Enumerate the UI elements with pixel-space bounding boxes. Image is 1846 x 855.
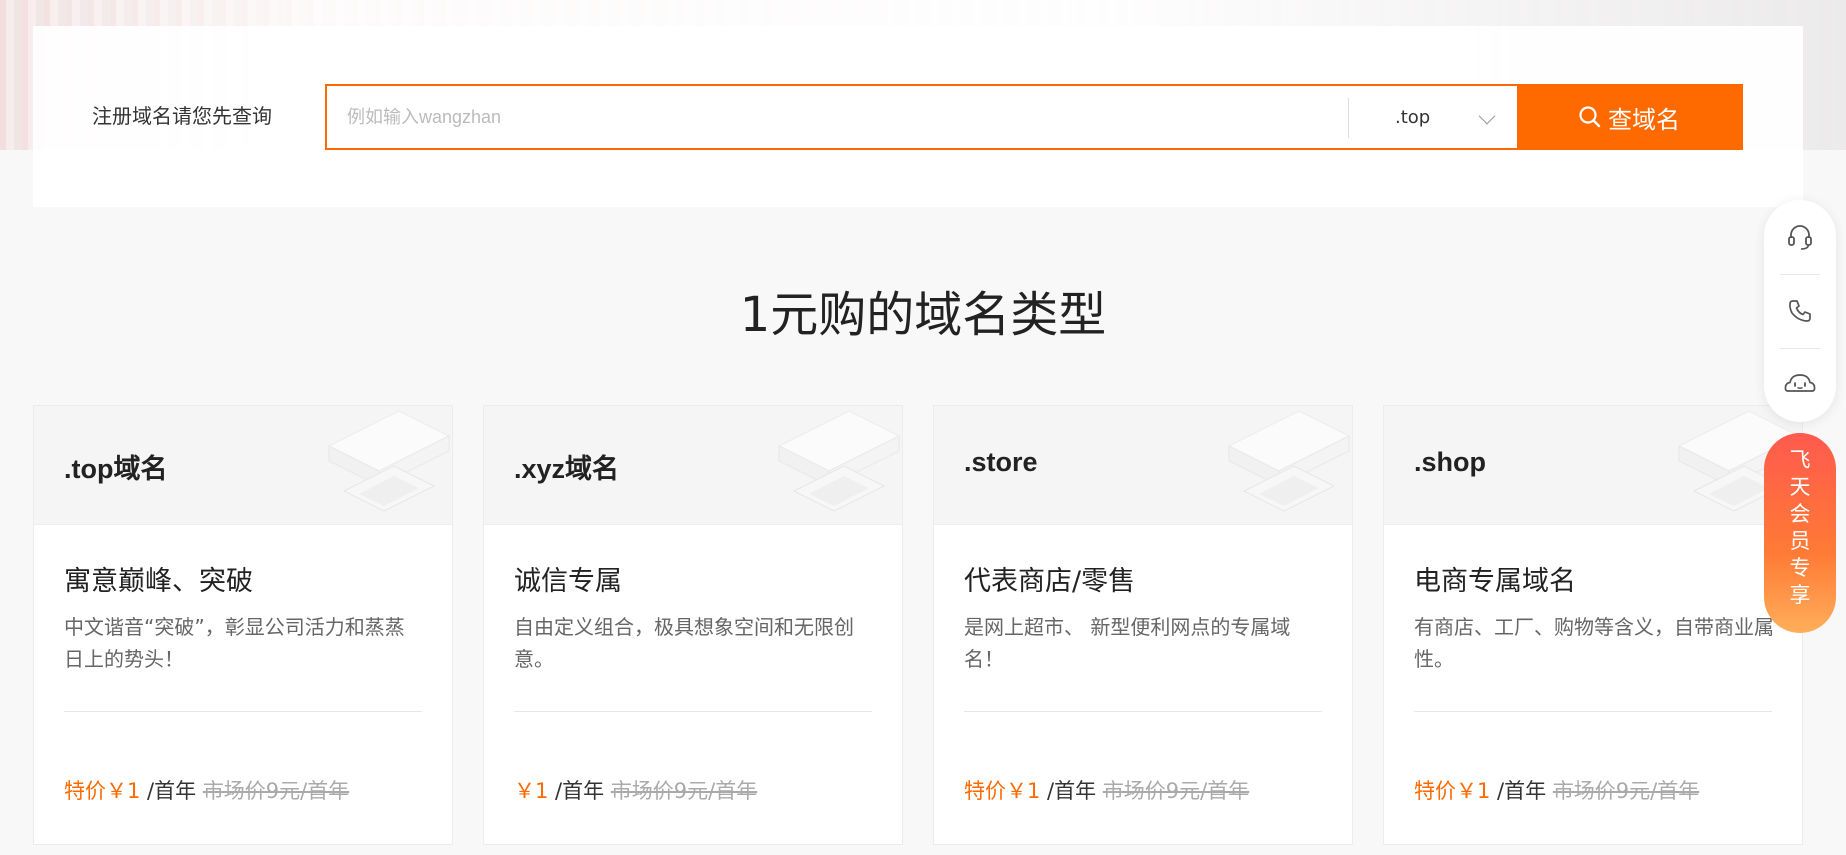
price-unit: /首年 — [548, 779, 611, 803]
server-illustration-icon — [1227, 410, 1351, 512]
card-divider — [64, 711, 422, 712]
price-special: 特价￥1 — [64, 779, 141, 803]
card-price: 特价￥1 /首年 市场价9元/首年 — [964, 776, 1249, 806]
card-header: .top域名 — [34, 406, 452, 525]
price-special: ￥1 — [514, 779, 549, 803]
section-title: 1元购的域名类型 — [739, 287, 1107, 343]
card-divider — [514, 711, 872, 712]
phone-button[interactable] — [1764, 274, 1836, 348]
card-price: 特价￥1 /首年 市场价9元/首年 — [64, 776, 349, 806]
price-special: 特价￥1 — [964, 779, 1041, 803]
card-domain-name: .store — [964, 447, 1038, 477]
card-description: 中文谐音“突破”，彰显公司活力和蒸蒸日上的势头！ — [64, 615, 405, 671]
server-illustration-icon — [327, 410, 451, 512]
price-unit: /首年 — [1490, 779, 1553, 803]
vip-member-tab[interactable]: 飞 天 会 员 专 享 — [1764, 433, 1836, 633]
price-market: 市场价9元/首年 — [1102, 779, 1250, 803]
search-icon — [1579, 106, 1601, 128]
chat-bot-button[interactable] — [1764, 348, 1836, 422]
card-description: 是网上超市、 新型便利网点的专属域名！ — [964, 615, 1291, 671]
domain-card-store[interactable]: .store 代表商店/零售 是网上超市、 新型便利网点的专属域名！ 特价￥1 … — [933, 405, 1353, 845]
card-divider — [964, 711, 1322, 712]
tld-dropdown[interactable]: .top — [1349, 86, 1521, 148]
domain-search-input[interactable] — [327, 86, 1349, 148]
tld-selected-value: .top — [1395, 106, 1431, 128]
vip-label-char: 天 — [1789, 475, 1811, 499]
price-unit: /首年 — [1040, 779, 1103, 803]
card-subtitle: 电商专属域名 — [1414, 566, 1576, 597]
price-special: 特价￥1 — [1414, 779, 1491, 803]
vip-label-char: 专 — [1789, 556, 1811, 580]
search-button-label: 查域名 — [1608, 105, 1680, 134]
chevron-down-icon — [1478, 107, 1496, 125]
search-domain-button[interactable]: 查域名 — [1517, 86, 1741, 148]
vip-label-char: 会 — [1789, 502, 1811, 526]
price-market: 市场价9元/首年 — [1552, 779, 1700, 803]
card-domain-name: .shop — [1414, 447, 1486, 477]
server-illustration-icon — [777, 410, 901, 512]
card-header: .store — [934, 406, 1352, 525]
chat-bot-icon — [1784, 374, 1816, 392]
price-market: 市场价9元/首年 — [202, 779, 350, 803]
vip-label-char: 员 — [1789, 529, 1811, 553]
card-divider — [1414, 711, 1772, 712]
card-description: 有商店、工厂、购物等含义，自带商业属性。 — [1414, 615, 1774, 671]
card-subtitle: 代表商店/零售 — [964, 566, 1136, 597]
search-label: 注册域名请您先查询 — [92, 104, 272, 128]
domain-card-top[interactable]: .top域名 寓意巅峰、突破 中文谐音“突破”，彰显公司活力和蒸蒸日上的势头！ … — [33, 405, 453, 845]
headset-icon — [1788, 225, 1812, 250]
phone-icon — [1789, 300, 1811, 322]
card-header: .xyz域名 — [484, 406, 902, 525]
card-price: ￥1 /首年 市场价9元/首年 — [514, 776, 757, 806]
domain-card-xyz[interactable]: .xyz域名 诚信专属 自由定义组合，极具想象空间和无限创意。 ￥1 /首年 市… — [483, 405, 903, 845]
price-unit: /首年 — [140, 779, 203, 803]
card-price: 特价￥1 /首年 市场价9元/首年 — [1414, 776, 1699, 806]
vip-label-char: 飞 — [1789, 448, 1811, 472]
vip-label-char: 享 — [1789, 583, 1811, 607]
card-domain-name: .xyz域名 — [514, 454, 620, 484]
card-subtitle: 寓意巅峰、突破 — [64, 566, 253, 597]
domain-card-shop[interactable]: .shop 电商专属域名 有商店、工厂、购物等含义，自带商业属性。 特价￥1 /… — [1383, 405, 1803, 845]
floating-contact-bar — [1764, 200, 1836, 422]
customer-service-button[interactable] — [1764, 200, 1836, 274]
card-subtitle: 诚信专属 — [514, 566, 622, 597]
card-header: .shop — [1384, 406, 1802, 525]
price-market: 市场价9元/首年 — [610, 779, 758, 803]
card-domain-name: .top域名 — [64, 454, 168, 484]
card-description: 自由定义组合，极具想象空间和无限创意。 — [514, 615, 854, 671]
domain-search-box: .top 查域名 — [325, 84, 1743, 150]
